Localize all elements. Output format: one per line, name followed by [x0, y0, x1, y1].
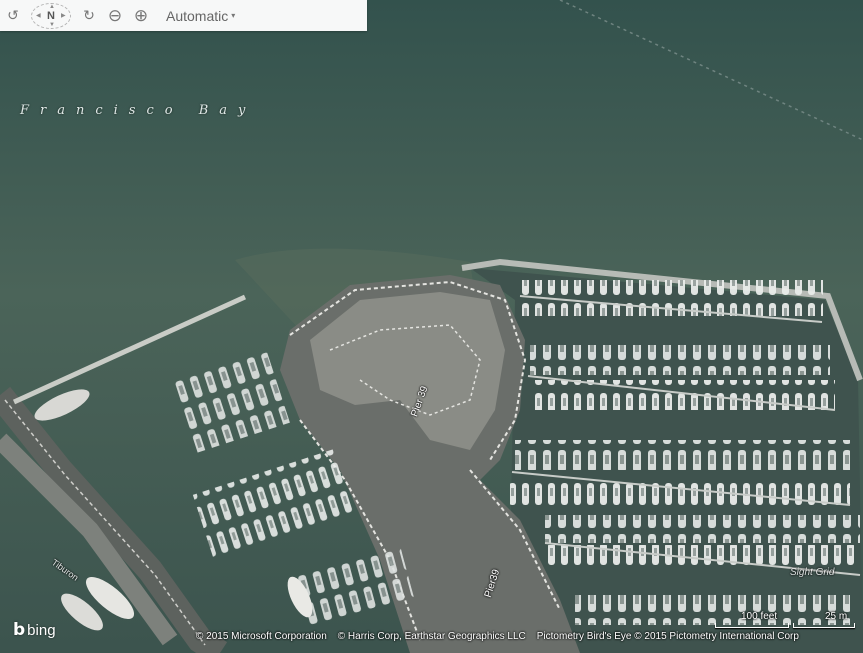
scale-imperial-bar: [715, 623, 789, 628]
zoom-out-icon: ⊖: [107, 5, 123, 25]
compass-button[interactable]: ▲ ◀ N ▶ ▼: [28, 2, 74, 29]
scale-metric-label: 25 m: [825, 611, 848, 622]
compass-left-arrow-icon[interactable]: ◀: [36, 13, 41, 19]
map-mode-dropdown[interactable]: Automatic ▾: [166, 8, 235, 24]
water-label: Francisco Bay: [20, 103, 257, 118]
scale-imperial-label: 100 feet: [741, 611, 778, 622]
map-mode-label: Automatic: [166, 7, 229, 24]
compass-right-arrow-icon[interactable]: ▶: [61, 13, 66, 19]
compass-icon: N: [47, 9, 55, 22]
zoom-in-button[interactable]: ⊕: [128, 3, 154, 29]
rotate-right-button[interactable]: ↻: [76, 3, 102, 29]
chevron-down-icon: ▾: [231, 11, 236, 20]
scale-bar: 100 feet 25 m: [715, 611, 855, 641]
bing-logo-icon: b: [13, 620, 26, 640]
map-toolbar: ↺ ▲ ◀ N ▶ ▼ ↻ ⊖ ⊕ Automatic ▾: [0, 0, 367, 31]
zoom-out-button[interactable]: ⊖: [102, 3, 128, 29]
map-view[interactable]: Francisco Bay Pier 39 Pier39 Tiburon Sig…: [0, 0, 863, 653]
road-label-sight-grid: Sight Grid: [790, 567, 835, 578]
rotate-left-icon: ↺: [7, 7, 19, 23]
attribution-microsoft: © 2015 Microsoft Corporation: [196, 631, 327, 642]
zoom-in-icon: ⊕: [133, 5, 149, 25]
bing-logo-text: bing: [27, 621, 56, 639]
rotate-left-button[interactable]: ↺: [0, 3, 26, 29]
compass-down-arrow-icon[interactable]: ▼: [49, 22, 55, 28]
attribution: © 2015 Microsoft Corporation © Harris Co…: [196, 631, 799, 642]
bing-logo[interactable]: b bing: [13, 620, 56, 640]
aerial-imagery[interactable]: [0, 0, 863, 653]
attribution-harris: © Harris Corp, Earthstar Geographics LLC: [337, 631, 526, 642]
rotate-right-icon: ↻: [83, 7, 95, 23]
scale-metric-bar: [793, 623, 855, 628]
